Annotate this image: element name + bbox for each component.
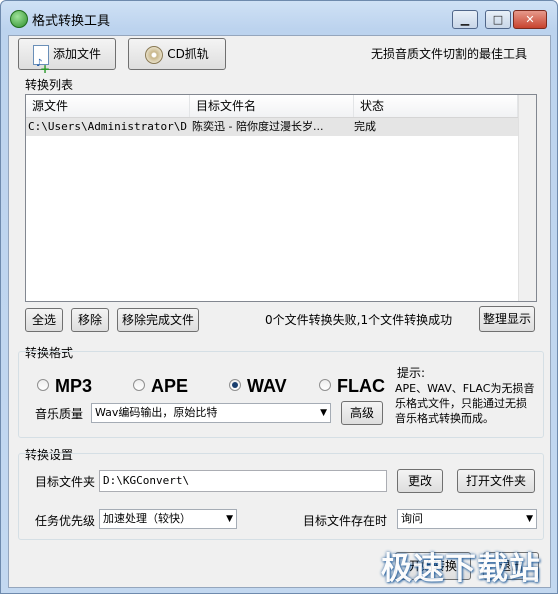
radio-mp3-dot[interactable] — [37, 379, 49, 391]
exists-select[interactable]: 询问 ▼ — [397, 509, 537, 529]
client-area: ♪ + 添加文件 CD抓轨 无损音质文件切割的最佳工具 转换列表 源文件 目标文… — [8, 35, 551, 588]
change-folder-button[interactable]: 更改 — [397, 469, 443, 493]
exists-value: 询问 — [401, 512, 423, 525]
priority-label: 任务优先级 — [35, 514, 96, 528]
quality-label: 音乐质量 — [35, 407, 84, 421]
window-title: 格式转换工具 — [32, 14, 111, 29]
chevron-down-icon: ▼ — [526, 514, 533, 524]
close-button[interactable]: ✕ — [513, 10, 547, 29]
row-status: 完成 — [354, 120, 376, 133]
radio-wav-dot[interactable] — [229, 379, 241, 391]
list-item[interactable]: C:\Users\Administrator\D... 陈奕迅 - 陪你度过漫长… — [26, 118, 518, 136]
select-all-button[interactable]: 全选 — [25, 308, 63, 332]
column-status[interactable]: 状态 — [354, 95, 518, 117]
add-file-label: 添加文件 — [52, 47, 101, 61]
list-header: 源文件 目标文件名 状态 — [26, 95, 536, 118]
advanced-button[interactable]: 高级 — [341, 401, 383, 425]
add-file-icon: ♪ + — [32, 44, 50, 76]
quality-select[interactable]: Wav编码输出，原始比特 ▼ — [91, 403, 331, 423]
list-group-label: 转换列表 — [25, 78, 74, 92]
watermark-logo: 极速下载站 — [381, 551, 541, 587]
remove-button[interactable]: 移除 — [71, 308, 109, 332]
maximize-button[interactable]: □ — [485, 10, 511, 29]
row-source: C:\Users\Administrator\D... — [28, 120, 188, 133]
priority-value: 加速处理（较快） — [103, 512, 191, 525]
cd-rip-button[interactable]: CD抓轨 — [128, 38, 226, 70]
convert-status-text: 0个文件转换失败,1个文件转换成功 — [265, 313, 453, 327]
tip-text: APE、WAV、FLAC为无损音乐格式文件，只能通过无损音乐格式转换而成。 — [395, 382, 535, 425]
add-file-button[interactable]: ♪ + 添加文件 — [18, 38, 116, 76]
quality-value: Wav编码输出，原始比特 — [95, 406, 218, 419]
tip-title: 提示: — [397, 366, 426, 380]
radio-mp3-label: MP3 — [55, 376, 93, 396]
radio-ape-label: APE — [151, 376, 189, 396]
main-window: 格式转换工具 ▁ □ ✕ ♪ + 添加文件 CD抓轨 无损音质文件切割的最佳工具… — [0, 0, 558, 594]
chevron-down-icon: ▼ — [320, 408, 327, 418]
priority-select[interactable]: 加速处理（较快） ▼ — [99, 509, 237, 529]
cd-rip-label: CD抓轨 — [167, 47, 209, 61]
list-scrollbar[interactable] — [518, 95, 536, 301]
radio-flac-label: FLAC — [337, 376, 385, 396]
column-source[interactable]: 源文件 — [26, 95, 190, 117]
app-icon — [10, 10, 28, 28]
radio-wav-label: WAV — [247, 376, 287, 396]
radio-flac-dot[interactable] — [319, 379, 331, 391]
target-folder-input[interactable]: D:\KGConvert\ — [99, 470, 387, 492]
slogan-text: 无损音质文件切割的最佳工具 — [371, 47, 528, 61]
column-target[interactable]: 目标文件名 — [190, 95, 354, 117]
chevron-down-icon: ▼ — [226, 514, 233, 524]
remove-done-button[interactable]: 移除完成文件 — [117, 308, 199, 332]
target-folder-label: 目标文件夹 — [35, 475, 96, 489]
tidy-display-button[interactable]: 整理显示 — [479, 306, 535, 332]
row-target: 陈奕迅 - 陪你度过漫长岁... — [192, 120, 324, 133]
radio-ape-dot[interactable] — [133, 379, 145, 391]
conversion-list[interactable]: 源文件 目标文件名 状态 C:\Users\Administrator\D...… — [25, 94, 537, 302]
minimize-button[interactable]: ▁ — [452, 10, 478, 29]
open-folder-button[interactable]: 打开文件夹 — [457, 469, 535, 493]
title-bar[interactable]: 格式转换工具 ▁ □ ✕ — [1, 1, 557, 35]
exists-label: 目标文件存在时 — [303, 514, 388, 528]
cd-icon — [145, 45, 164, 64]
